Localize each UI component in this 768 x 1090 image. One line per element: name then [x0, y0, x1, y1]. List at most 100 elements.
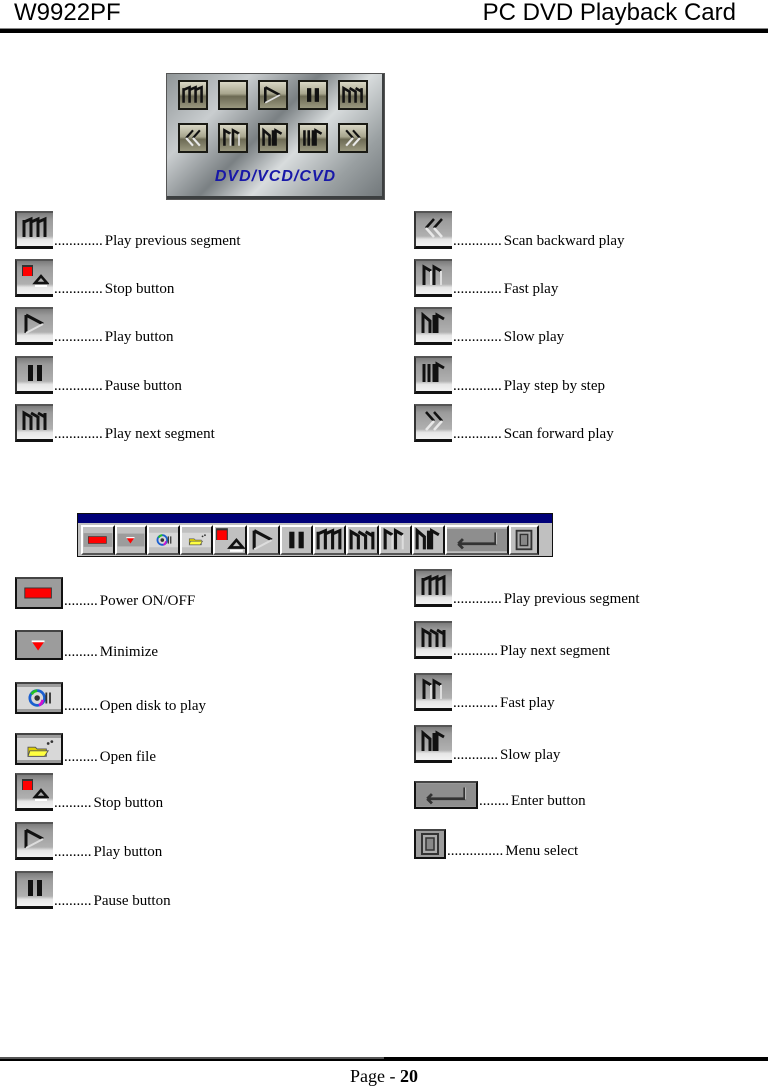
toolbar-fast-play-button: [379, 525, 412, 555]
open-file-icon: [15, 733, 63, 765]
legend-label: Enter button: [511, 793, 586, 809]
leader-dots: ............: [453, 695, 498, 711]
legend-label: Play step by step: [503, 378, 605, 394]
menu-icon: [414, 829, 446, 859]
remote-fast-play-button: [218, 123, 248, 153]
next-segment-icon: [348, 527, 377, 553]
stop-icon: [15, 773, 53, 811]
pause-icon: [282, 527, 311, 553]
leader-dots: .........: [64, 698, 98, 714]
legend-item: ............. Scan forward play: [414, 404, 614, 442]
legend-item: ............. Play step by step: [414, 356, 605, 394]
player-toolbar-image: [77, 513, 553, 557]
legend-item: ......... Power ON/OFF: [15, 577, 195, 609]
leader-dots: ............: [453, 747, 498, 763]
legend-label: Slow play: [503, 329, 565, 345]
legend-item: ............. Slow play: [414, 307, 564, 345]
legend-item: ............. Fast play: [414, 259, 558, 297]
minimize-icon: [117, 527, 145, 553]
prev-segment-icon: [15, 211, 53, 249]
legend-label: Pause button: [93, 893, 171, 909]
slow-play-icon: [414, 725, 452, 763]
remote-prev-segment-button: [178, 80, 208, 110]
step-play-icon: [301, 127, 325, 149]
power-icon: [15, 577, 63, 609]
open-disk-icon: [15, 682, 63, 714]
leader-dots: .............: [453, 233, 502, 249]
toolbar-prev-segment-button: [313, 525, 346, 555]
header-rule: [0, 29, 768, 33]
legend-label: Minimize: [99, 644, 159, 660]
leader-dots: ...............: [447, 843, 504, 859]
scan-backward-icon: [181, 127, 205, 149]
legend-label: Open disk to play: [99, 698, 206, 714]
leader-dots: .............: [54, 281, 103, 297]
toolbar-play-button: [247, 525, 280, 555]
pause-icon: [15, 871, 53, 909]
slow-play-icon: [414, 307, 452, 345]
toolbar-open-disk-button: [147, 525, 180, 555]
remote-step-play-button: [298, 123, 328, 153]
leader-dots: ........: [479, 793, 509, 809]
prev-segment-icon: [315, 527, 344, 553]
leader-dots: .............: [453, 329, 502, 345]
remote-scan-forward-button: [338, 123, 368, 153]
leader-dots: .............: [54, 329, 103, 345]
play-icon: [261, 84, 285, 106]
legend-item: ............ Play next segment: [414, 621, 610, 659]
leader-dots: .............: [453, 591, 502, 607]
page-footer: Page - 20: [0, 1066, 768, 1087]
minimize-icon: [15, 630, 63, 660]
leader-dots: .............: [453, 378, 502, 394]
legend-item: ............. Play button: [15, 307, 174, 345]
legend-label: Play button: [93, 844, 163, 860]
scan-forward-icon: [341, 127, 365, 149]
toolbar-open-file-button: [180, 525, 213, 555]
leader-dots: .............: [453, 281, 502, 297]
legend-item: ............. Play previous segment: [15, 211, 241, 249]
remote-label: DVD/VCD/CVD: [214, 168, 337, 185]
legend-item: ............... Menu select: [414, 829, 578, 859]
legend-item: ............ Fast play: [414, 673, 555, 711]
stop-icon: [215, 527, 245, 553]
remote-pause-button: [298, 80, 328, 110]
remote-scan-backward-button: [178, 123, 208, 153]
legend-label: Play button: [104, 329, 174, 345]
play-icon: [15, 822, 53, 860]
leader-dots: .........: [64, 644, 98, 660]
remote-play-button: [258, 80, 288, 110]
fast-play-icon: [414, 259, 452, 297]
next-segment-icon: [341, 84, 365, 106]
toolbar-pause-button: [280, 525, 313, 555]
legend-label: Scan forward play: [503, 426, 614, 442]
stop-icon: [15, 259, 53, 297]
enter-icon: [447, 527, 507, 553]
leader-dots: .............: [54, 233, 103, 249]
leader-dots: ..........: [54, 795, 92, 811]
play-icon: [15, 307, 53, 345]
next-segment-icon: [414, 621, 452, 659]
leader-dots: .............: [54, 378, 103, 394]
toolbar-minimize-button: [115, 525, 147, 555]
leader-dots: ..........: [54, 893, 92, 909]
legend-label: Pause button: [104, 378, 182, 394]
legend-item: ......... Open file: [15, 733, 156, 765]
legend-item: ......... Minimize: [15, 630, 158, 660]
legend-item: ............ Slow play: [414, 725, 560, 763]
legend-label: Fast play: [503, 281, 559, 297]
footer-rule-highlight: [0, 1057, 384, 1059]
legend-label: Menu select: [505, 843, 579, 859]
power-icon: [83, 527, 113, 553]
legend-item: ............. Pause button: [15, 356, 182, 394]
leader-dots: ............: [453, 643, 498, 659]
toolbar-slow-play-button: [412, 525, 445, 555]
legend-label: Power ON/OFF: [99, 593, 196, 609]
legend-label: Play previous segment: [104, 233, 241, 249]
legend-label: Open file: [99, 749, 156, 765]
legend-item: ......... Open disk to play: [15, 682, 206, 714]
leader-dots: .........: [64, 749, 98, 765]
legend-label: Play next segment: [104, 426, 215, 442]
page-label: Page -: [350, 1066, 400, 1086]
remote-slow-play-button: [258, 123, 288, 153]
remote-next-segment-button: [338, 80, 368, 110]
